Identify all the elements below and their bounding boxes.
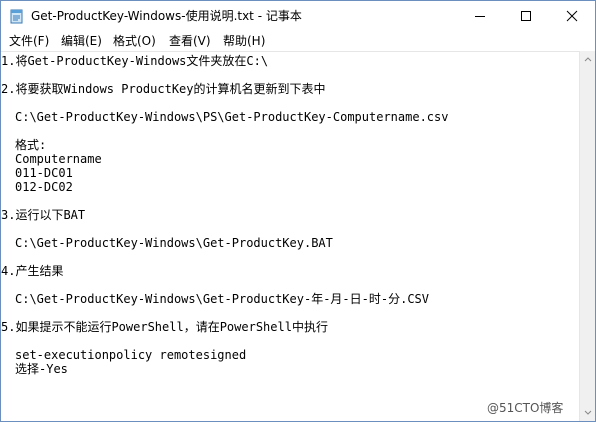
text-line: 1.将Get-ProductKey-Windows文件夹放在C:\ [1, 54, 269, 68]
text-line: Computername [15, 152, 102, 166]
scroll-down-button[interactable] [580, 405, 595, 421]
vertical-scrollbar[interactable] [579, 51, 595, 421]
text-line: 5.如果提示不能运行PowerShell，请在PowerShell中执行 [1, 320, 328, 334]
maximize-icon [521, 11, 531, 21]
text-line: 4.产生结果 [1, 264, 64, 278]
text-line: 格式: [15, 138, 47, 152]
close-icon [566, 10, 578, 22]
minimize-button[interactable] [457, 1, 503, 31]
text-editor-area[interactable]: 1.将Get-ProductKey-Windows文件夹放在C:\ 2.将要获取… [1, 51, 579, 421]
menu-edit[interactable]: 编辑(E) [57, 31, 106, 51]
text-line: C:\Get-ProductKey-Windows\PS\Get-Product… [15, 110, 449, 124]
text-line: set-executionpolicy remotesigned [15, 348, 247, 362]
text-line: C:\Get-ProductKey-Windows\Get-ProductKey… [15, 292, 430, 306]
notepad-icon [10, 9, 23, 24]
watermark-text: @51CTO博客 [487, 401, 564, 415]
menu-help[interactable]: 帮助(H) [219, 31, 269, 51]
notepad-window: Get-ProductKey-Windows-使用说明.txt - 记事本 文件… [0, 0, 596, 422]
maximize-button[interactable] [503, 1, 549, 31]
text-line: 2.将要获取Windows ProductKey的计算机名更新到下表中 [1, 82, 326, 96]
menu-format[interactable]: 格式(O) [109, 31, 160, 51]
text-line: 012-DC02 [15, 180, 73, 194]
chevron-up-icon [584, 57, 592, 62]
text-line: C:\Get-ProductKey-Windows\Get-ProductKey… [15, 236, 333, 250]
close-button[interactable] [549, 1, 595, 31]
menu-bar: 文件(F) 编辑(E) 格式(O) 查看(V) 帮助(H) [1, 31, 595, 51]
scroll-up-button[interactable] [580, 51, 595, 67]
minimize-icon [475, 16, 485, 17]
text-line: 3.运行以下BAT [1, 208, 86, 222]
title-bar[interactable]: Get-ProductKey-Windows-使用说明.txt - 记事本 [1, 1, 595, 31]
window-title: Get-ProductKey-Windows-使用说明.txt - 记事本 [31, 9, 302, 23]
menu-view[interactable]: 查看(V) [165, 31, 215, 51]
text-line: 011-DC01 [15, 166, 73, 180]
chevron-down-icon [584, 410, 592, 415]
menu-file[interactable]: 文件(F) [5, 31, 53, 51]
text-line: 选择-Yes [15, 362, 68, 376]
